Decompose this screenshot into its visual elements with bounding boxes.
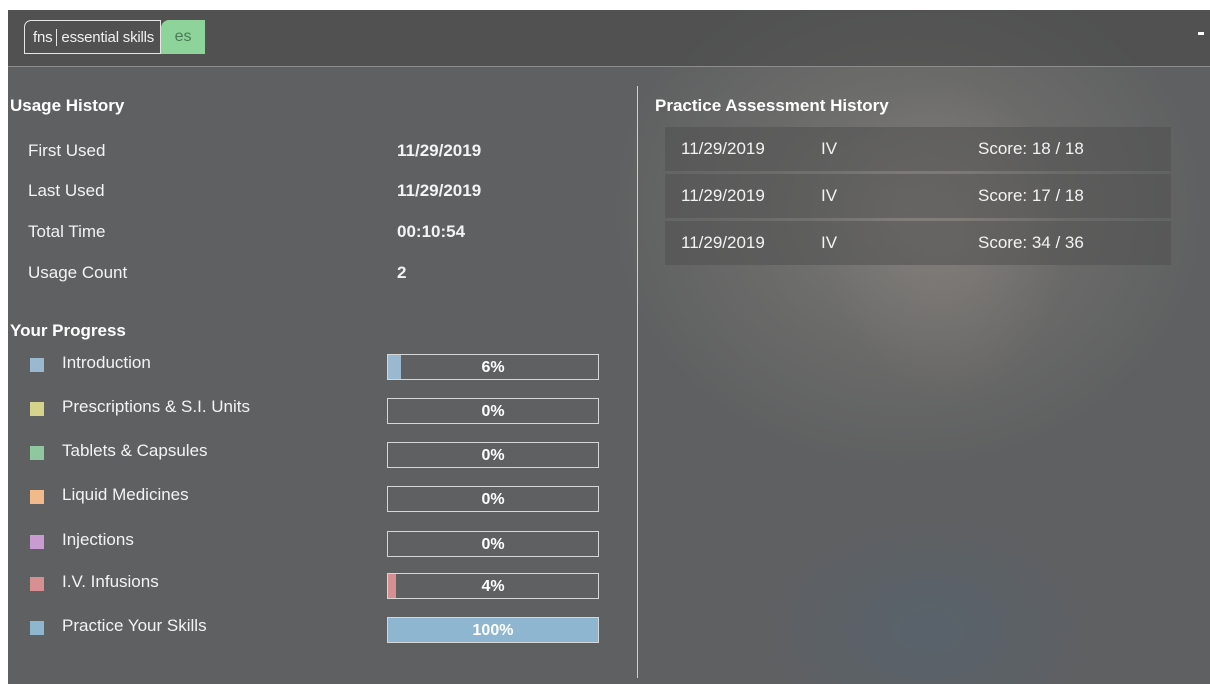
- progress-row-prescriptions[interactable]: Prescriptions & S.I. Units 0%: [30, 397, 610, 427]
- progress-bar: 0%: [387, 531, 599, 557]
- progress-bar: 6%: [387, 354, 599, 380]
- progress-percent: 6%: [481, 359, 505, 376]
- assessment-date: 11/29/2019: [681, 233, 765, 252]
- logo-essential-skills-text: essential skills: [61, 28, 155, 46]
- progress-percent: 4%: [481, 578, 505, 595]
- your-progress-title: Your Progress: [10, 321, 126, 340]
- usage-value-last-used: 11/29/2019: [397, 181, 482, 200]
- logo-fns-text: fns: [33, 28, 58, 46]
- column-divider: [637, 86, 638, 678]
- progress-label: Injections: [62, 530, 134, 549]
- progress-row-injections[interactable]: Injections 0%: [30, 530, 610, 560]
- progress-percent: 100%: [472, 622, 514, 639]
- assessment-history-title: Practice Assessment History: [655, 96, 889, 115]
- progress-percent: 0%: [481, 491, 505, 508]
- progress-bar: 0%: [387, 442, 599, 468]
- progress-percent: 0%: [481, 536, 505, 553]
- color-swatch: [30, 577, 44, 591]
- usage-value-first-used: 11/29/2019: [397, 141, 482, 160]
- usage-value-usage-count: 2: [397, 263, 407, 282]
- assessment-type: IV: [821, 139, 838, 158]
- assessment-row[interactable]: 11/29/2019 IV Score: 18 / 18: [665, 127, 1171, 171]
- assessment-score: Score: 18 / 18: [978, 139, 1084, 158]
- assessment-type: IV: [821, 186, 838, 205]
- color-swatch: [30, 446, 44, 460]
- usage-history-title: Usage History: [10, 96, 125, 115]
- progress-row-liquid-medicines[interactable]: Liquid Medicines 0%: [30, 485, 610, 515]
- assessment-type: IV: [821, 233, 838, 252]
- assessment-date: 11/29/2019: [681, 139, 765, 158]
- progress-label: I.V. Infusions: [62, 572, 159, 591]
- usage-label-last-used: Last Used: [28, 181, 105, 200]
- logo-es-badge: es: [161, 20, 206, 54]
- app-logo: fns essential skills es: [24, 20, 252, 54]
- assessment-row[interactable]: 11/29/2019 IV Score: 17 / 18: [665, 174, 1171, 218]
- assessment-score: Score: 17 / 18: [978, 186, 1084, 205]
- assessment-row[interactable]: 11/29/2019 IV Score: 34 / 36: [665, 221, 1171, 265]
- usage-label-first-used: First Used: [28, 141, 106, 160]
- progress-row-practice-your-skills[interactable]: Practice Your Skills 100%: [30, 616, 610, 646]
- progress-bar: 0%: [387, 398, 599, 424]
- color-swatch: [30, 402, 44, 416]
- progress-label: Introduction: [62, 353, 151, 372]
- progress-label: Liquid Medicines: [62, 485, 189, 504]
- progress-percent: 0%: [481, 447, 505, 464]
- color-swatch: [30, 621, 44, 635]
- progress-row-iv-infusions[interactable]: I.V. Infusions 4%: [30, 572, 610, 602]
- color-swatch: [30, 358, 44, 372]
- color-swatch: [30, 490, 44, 504]
- progress-row-introduction[interactable]: Introduction 6%: [30, 353, 610, 383]
- progress-label: Tablets & Capsules: [62, 441, 208, 460]
- logo-wordmark: fns essential skills: [24, 20, 162, 54]
- progress-bar: 0%: [387, 486, 599, 512]
- assessment-score: Score: 34 / 36: [978, 233, 1084, 252]
- progress-bar: 100%: [387, 617, 599, 643]
- usage-label-total-time: Total Time: [28, 222, 106, 241]
- minimize-icon[interactable]: [1198, 32, 1204, 35]
- color-swatch: [30, 535, 44, 549]
- progress-percent: 0%: [481, 403, 505, 420]
- progress-bar: 4%: [387, 573, 599, 599]
- app-window: fns essential skills es Usage History Fi…: [8, 10, 1210, 684]
- progress-row-tablets-capsules[interactable]: Tablets & Capsules 0%: [30, 441, 610, 471]
- usage-value-total-time: 00:10:54: [397, 222, 466, 241]
- progress-label: Practice Your Skills: [62, 616, 207, 635]
- progress-label: Prescriptions & S.I. Units: [62, 397, 251, 416]
- top-bar: fns essential skills es: [8, 10, 1210, 67]
- assessment-date: 11/29/2019: [681, 186, 765, 205]
- usage-label-usage-count: Usage Count: [28, 263, 128, 282]
